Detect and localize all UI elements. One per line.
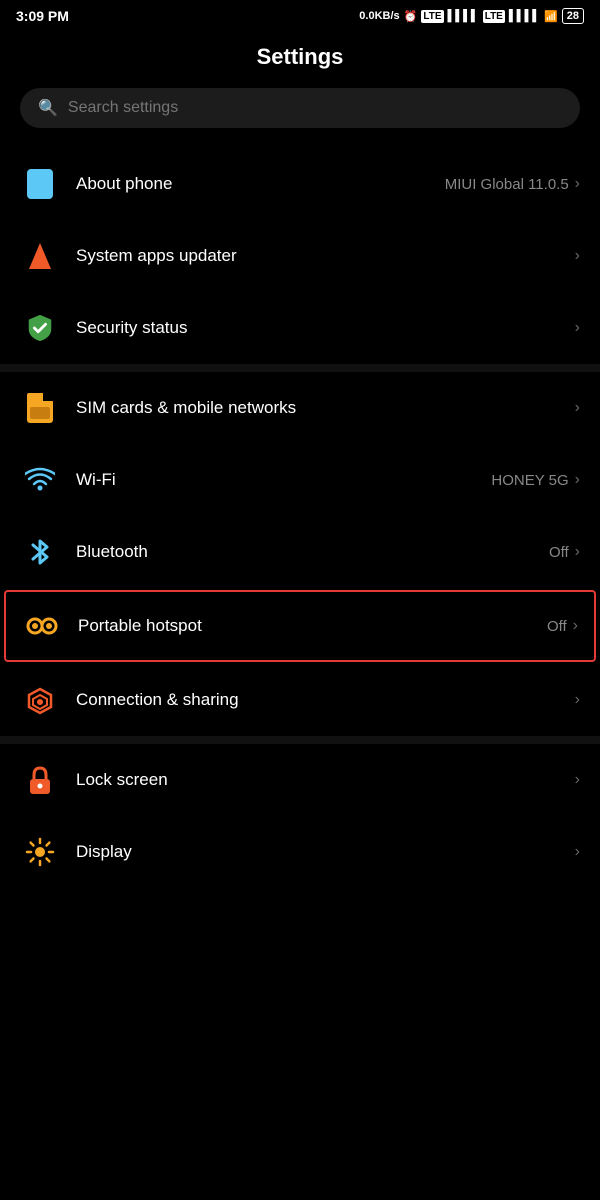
phone-icon bbox=[20, 164, 60, 204]
sim-cards-label: SIM cards & mobile networks bbox=[76, 398, 296, 418]
settings-item-sim-cards[interactable]: SIM cards & mobile networks › bbox=[0, 372, 600, 444]
security-status-chevron: › bbox=[575, 319, 580, 337]
settings-item-about-phone[interactable]: About phone MIUI Global 11.0.5 › bbox=[0, 148, 600, 220]
bluetooth-subtitle: Off bbox=[549, 544, 569, 561]
lock-icon bbox=[20, 760, 60, 800]
lock-screen-chevron: › bbox=[575, 771, 580, 789]
display-chevron: › bbox=[575, 843, 580, 861]
signal-bars-1: ▌▌▌▌ bbox=[448, 10, 479, 22]
shield-icon bbox=[20, 308, 60, 348]
bluetooth-label: Bluetooth bbox=[76, 542, 148, 562]
settings-item-display[interactable]: Display › bbox=[0, 816, 600, 888]
system-apps-label: System apps updater bbox=[76, 246, 237, 266]
connection-label: Connection & sharing bbox=[76, 690, 239, 710]
system-apps-chevron: › bbox=[575, 247, 580, 265]
alarm-icon: ⏰ bbox=[404, 10, 418, 23]
bluetooth-chevron: › bbox=[575, 543, 580, 561]
settings-item-bluetooth[interactable]: Bluetooth Off › bbox=[0, 516, 600, 588]
battery-icon: 28 bbox=[562, 8, 584, 24]
status-bar: 3:09 PM 0.0KB/s ⏰ LTE ▌▌▌▌ LTE ▌▌▌▌ 📶 28 bbox=[0, 0, 600, 28]
arrow-up-icon bbox=[20, 236, 60, 276]
sim-icon bbox=[20, 388, 60, 428]
lock-screen-label: Lock screen bbox=[76, 770, 168, 790]
section-divider-2 bbox=[0, 736, 600, 744]
about-phone-subtitle: MIUI Global 11.0.5 bbox=[445, 176, 569, 193]
settings-item-lock-screen[interactable]: Lock screen › bbox=[0, 744, 600, 816]
hotspot-icon bbox=[22, 606, 62, 646]
connection-chevron: › bbox=[575, 691, 580, 709]
bluetooth-icon bbox=[20, 532, 60, 572]
sim-cards-chevron: › bbox=[575, 399, 580, 417]
search-bar[interactable]: 🔍 bbox=[20, 88, 580, 128]
network-speed: 0.0KB/s bbox=[359, 10, 399, 22]
wifi-label: Wi-Fi bbox=[76, 470, 116, 490]
page-title: Settings bbox=[0, 28, 600, 88]
wifi-chevron: › bbox=[575, 471, 580, 489]
status-time: 3:09 PM bbox=[16, 8, 69, 24]
wifi-icon bbox=[20, 460, 60, 500]
status-icons: 0.0KB/s ⏰ LTE ▌▌▌▌ LTE ▌▌▌▌ 📶 28 bbox=[359, 8, 584, 24]
settings-item-security-status[interactable]: Security status › bbox=[0, 292, 600, 364]
hotspot-label: Portable hotspot bbox=[78, 616, 202, 636]
search-input[interactable] bbox=[68, 99, 562, 117]
hotspot-chevron: › bbox=[573, 617, 578, 635]
connection-icon bbox=[20, 680, 60, 720]
wifi-status-icon: 📶 bbox=[544, 10, 558, 23]
lte-icon: LTE bbox=[421, 10, 443, 23]
lte-icon-2: LTE bbox=[483, 10, 505, 23]
settings-item-portable-hotspot[interactable]: Portable hotspot Off › bbox=[4, 590, 596, 662]
hotspot-subtitle: Off bbox=[547, 618, 567, 635]
settings-item-wifi[interactable]: Wi-Fi HONEY 5G › bbox=[0, 444, 600, 516]
display-label: Display bbox=[76, 842, 132, 862]
display-icon bbox=[20, 832, 60, 872]
wifi-subtitle: HONEY 5G bbox=[491, 472, 568, 489]
settings-item-connection-sharing[interactable]: Connection & sharing › bbox=[0, 664, 600, 736]
about-phone-label: About phone bbox=[76, 174, 172, 194]
settings-list: About phone MIUI Global 11.0.5 › System … bbox=[0, 148, 600, 888]
security-status-label: Security status bbox=[76, 318, 188, 338]
about-phone-chevron: › bbox=[575, 175, 580, 193]
settings-item-system-apps-updater[interactable]: System apps updater › bbox=[0, 220, 600, 292]
search-icon: 🔍 bbox=[38, 98, 58, 118]
section-divider-1 bbox=[0, 364, 600, 372]
signal-bars-2: ▌▌▌▌ bbox=[509, 10, 540, 22]
